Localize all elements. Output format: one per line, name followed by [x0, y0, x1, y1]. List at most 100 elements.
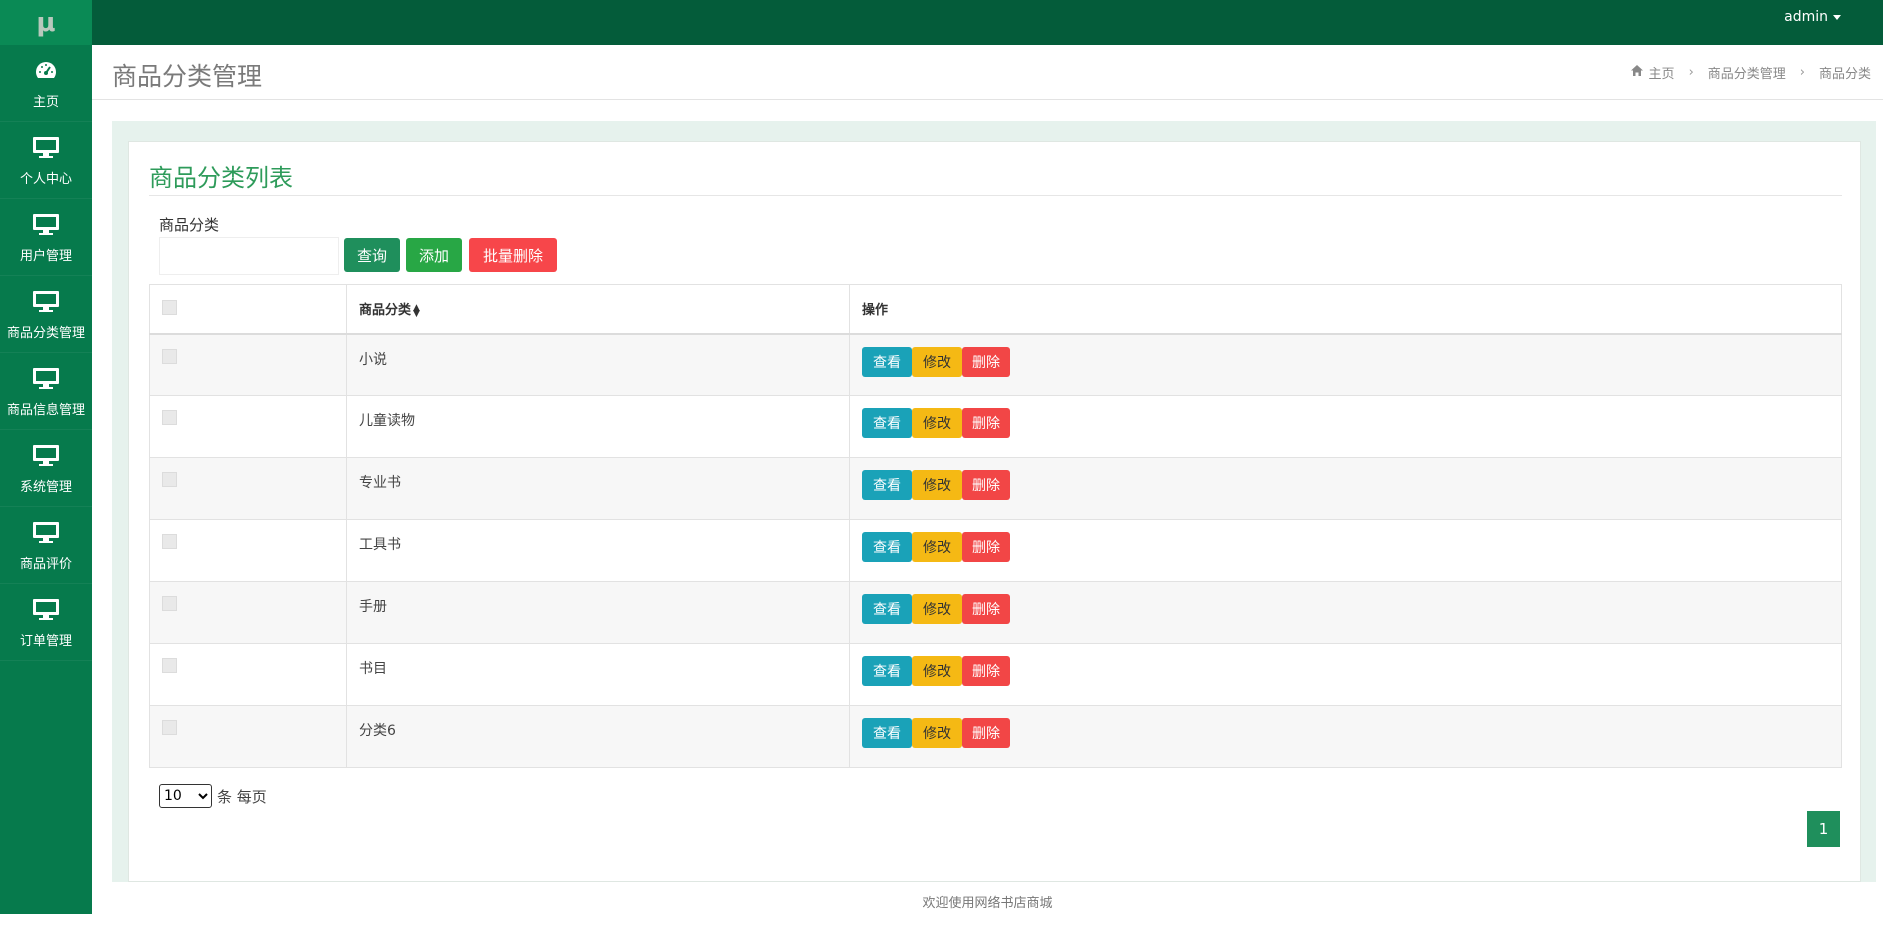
category-name: 手册 — [346, 581, 850, 644]
monitor-icon — [32, 596, 60, 624]
sidebar-item-users[interactable]: 用户管理 — [0, 199, 92, 276]
home-icon — [1630, 65, 1643, 80]
view-button[interactable]: 查看 — [862, 532, 912, 562]
delete-button[interactable]: 删除 — [962, 346, 1010, 377]
sidebar-item-label: 商品分类管理 — [6, 325, 85, 341]
table-row: 书目 查看 修改 删除 — [149, 643, 1842, 706]
row-checkbox[interactable] — [162, 596, 177, 611]
sidebar-item-label: 系统管理 — [19, 479, 72, 495]
row-checkbox[interactable] — [162, 472, 177, 487]
page-size-suffix: 条 每页 — [217, 787, 267, 806]
sidebar-item-orders[interactable]: 订单管理 — [0, 584, 92, 661]
table-row: 小说 查看 修改 删除 — [149, 333, 1842, 396]
breadcrumb: 主页 › 商品分类管理 › 商品分类 — [1630, 63, 1871, 82]
page-size-select[interactable]: 10 — [159, 784, 212, 808]
monitor-icon — [32, 365, 60, 393]
view-button[interactable]: 查看 — [862, 594, 912, 624]
chevron-right-icon: › — [1799, 65, 1805, 80]
row-actions: 查看 修改 删除 — [849, 457, 1842, 520]
page-button[interactable]: 1 — [1807, 811, 1840, 847]
monitor-icon — [32, 134, 60, 162]
sidebar-item-system[interactable]: 系统管理 — [0, 430, 92, 507]
add-button[interactable]: 添加 — [406, 238, 462, 272]
row-actions: 查看 修改 删除 — [849, 705, 1842, 768]
category-name: 专业书 — [346, 457, 850, 520]
topbar: admin — [92, 0, 1883, 45]
monitor-icon — [32, 288, 60, 316]
row-checkbox[interactable] — [162, 410, 177, 425]
delete-button[interactable]: 删除 — [962, 470, 1010, 500]
sidebar-item-label: 用户管理 — [19, 248, 72, 264]
delete-button[interactable]: 删除 — [962, 656, 1010, 686]
row-actions: 查看 修改 删除 — [849, 643, 1842, 706]
filter-label: 商品分类 — [159, 216, 220, 234]
sidebar-item-profile[interactable]: 个人中心 — [0, 122, 92, 199]
breadcrumb-home[interactable]: 主页 — [1649, 63, 1675, 82]
row-checkbox[interactable] — [162, 348, 177, 364]
edit-button[interactable]: 修改 — [912, 532, 962, 562]
view-button[interactable]: 查看 — [862, 470, 912, 500]
page-size-control: 10 条 每页 — [159, 784, 267, 808]
sidebar-item-label: 商品信息管理 — [6, 402, 85, 418]
row-check-cell — [149, 705, 347, 768]
bulk-delete-button[interactable]: 批量删除 — [469, 238, 557, 272]
sidebar-item-label: 主页 — [32, 94, 59, 110]
edit-button[interactable]: 修改 — [912, 594, 962, 624]
edit-button[interactable]: 修改 — [912, 656, 962, 686]
monitor-icon — [32, 519, 60, 547]
username: admin — [1784, 9, 1828, 25]
delete-button[interactable]: 删除 — [962, 408, 1010, 438]
sort-icon[interactable]: ▲ ▼ — [413, 303, 420, 318]
monitor-icon — [32, 442, 60, 470]
table-header-row: 商品分类 ▲ ▼ 操作 — [149, 284, 1842, 335]
edit-button[interactable]: 修改 — [912, 718, 962, 748]
logo: μ — [0, 0, 92, 45]
row-check-cell — [149, 395, 347, 458]
delete-button[interactable]: 删除 — [962, 594, 1010, 624]
view-button[interactable]: 查看 — [862, 346, 912, 377]
breadcrumb-current: 商品分类 — [1818, 67, 1871, 82]
user-menu[interactable]: admin — [1784, 9, 1841, 25]
query-button[interactable]: 查询 — [344, 238, 400, 272]
delete-button[interactable]: 删除 — [962, 718, 1010, 748]
edit-button[interactable]: 修改 — [912, 408, 962, 438]
row-checkbox[interactable] — [162, 534, 177, 549]
category-column-header[interactable]: 商品分类 ▲ ▼ — [346, 284, 850, 335]
row-checkbox[interactable] — [162, 720, 177, 735]
row-checkbox[interactable] — [162, 658, 177, 673]
divider — [149, 195, 1842, 196]
category-name: 儿童读物 — [346, 395, 850, 458]
caret-down-icon — [1833, 14, 1841, 20]
sidebar-item-category[interactable]: 商品分类管理 — [0, 276, 92, 353]
category-search-input[interactable] — [159, 237, 339, 275]
view-button[interactable]: 查看 — [862, 718, 912, 748]
table-row: 工具书 查看 修改 删除 — [149, 519, 1842, 582]
category-name: 工具书 — [346, 519, 850, 582]
sidebar-item-reviews[interactable]: 商品评价 — [0, 507, 92, 584]
delete-button[interactable]: 删除 — [962, 532, 1010, 562]
table-row: 手册 查看 修改 删除 — [149, 581, 1842, 644]
card-title: 商品分类列表 — [149, 164, 293, 192]
sidebar-item-products[interactable]: 商品信息管理 — [0, 353, 92, 430]
sidebar-item-label: 订单管理 — [19, 633, 72, 649]
row-actions: 查看 修改 删除 — [849, 581, 1842, 644]
footer: 欢迎使用网络书店商城 — [92, 882, 1883, 914]
edit-button[interactable]: 修改 — [912, 346, 962, 377]
row-actions: 查看 修改 删除 — [849, 395, 1842, 458]
edit-button[interactable]: 修改 — [912, 470, 962, 500]
row-actions: 查看 修改 删除 — [849, 333, 1842, 396]
select-all-checkbox[interactable] — [162, 300, 177, 316]
page-header: 商品分类管理 主页 › 商品分类管理 › 商品分类 — [92, 45, 1883, 100]
row-check-cell — [149, 581, 347, 644]
sidebar-item-home[interactable]: 主页 — [0, 45, 92, 122]
chevron-right-icon: › — [1688, 65, 1694, 80]
sidebar: μ 主页 个人中心 用户管理 商品分类管理 商品信息管理 系统管理 商品评价 订… — [0, 0, 92, 914]
view-button[interactable]: 查看 — [862, 408, 912, 438]
row-check-cell — [149, 333, 347, 396]
category-name: 分类6 — [346, 705, 850, 768]
view-button[interactable]: 查看 — [862, 656, 912, 686]
content-area: 商品分类列表 商品分类 查询 添加 批量删除 商品分类 ▲ ▼ 操作 小说 查看 修改… — [92, 101, 1883, 883]
breadcrumb-category-management[interactable]: 商品分类管理 — [1708, 63, 1786, 82]
select-all-cell — [149, 284, 347, 335]
table-row: 儿童读物 查看 修改 删除 — [149, 395, 1842, 458]
